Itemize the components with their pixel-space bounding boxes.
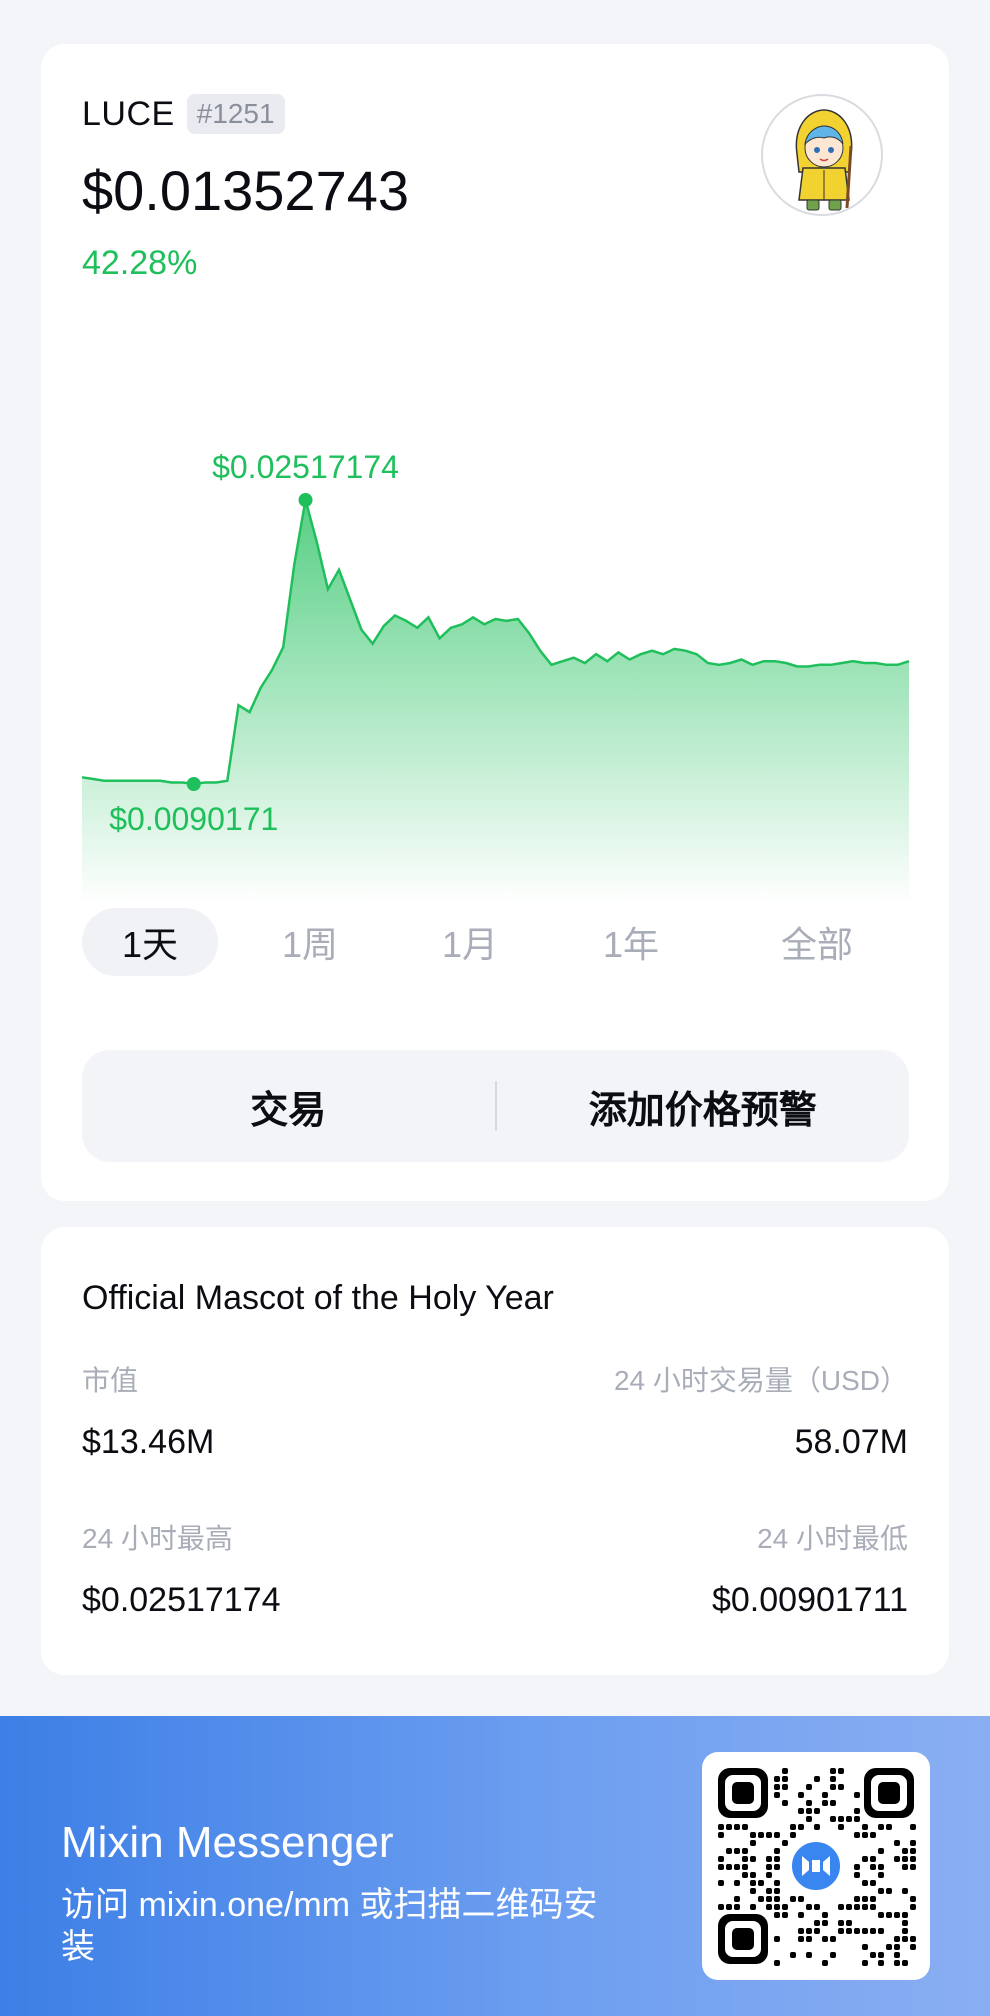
low-24h-value: $0.00901711 bbox=[711, 1581, 908, 1619]
market-cap-value: $13.46M bbox=[82, 1423, 215, 1461]
symbol-row: LUCE #1251 bbox=[82, 94, 285, 134]
chart-min-label: $0.0090171 bbox=[109, 801, 278, 837]
tab-1w[interactable]: 1周 bbox=[242, 908, 378, 976]
coin-price: $0.01352743 bbox=[82, 159, 410, 222]
add-price-alert-button[interactable]: 添加价格预警 bbox=[497, 1050, 910, 1162]
chart-min-point bbox=[186, 777, 201, 791]
rank-badge: #1251 bbox=[186, 94, 285, 134]
high-24h-value: $0.02517174 bbox=[82, 1581, 281, 1619]
info-card: Official Mascot of the Holy Year 市值 24 小… bbox=[41, 1227, 949, 1675]
low-24h-label: 24 小时最低 bbox=[757, 1523, 908, 1554]
tab-1m[interactable]: 1月 bbox=[402, 908, 538, 976]
high-24h-label: 24 小时最高 bbox=[82, 1523, 233, 1554]
range-tabs: 1天 1周 1月 1年 全部 bbox=[82, 908, 909, 976]
coin-symbol: LUCE bbox=[82, 94, 175, 133]
chart-area-fill bbox=[82, 500, 909, 904]
price-change: 42.28% bbox=[82, 244, 198, 282]
qr-code-icon[interactable] bbox=[702, 1752, 930, 1980]
market-cap-label: 市值 bbox=[82, 1365, 139, 1396]
price-card: LUCE #1251 $0.01352743 42.28% $0.0251717… bbox=[41, 44, 949, 1201]
price-chart[interactable]: $0.02517174 $0.0090171 bbox=[41, 384, 949, 904]
trade-button[interactable]: 交易 bbox=[82, 1050, 495, 1162]
coin-description: Official Mascot of the Holy Year bbox=[82, 1279, 554, 1317]
footer-title: Mixin Messenger bbox=[61, 1818, 394, 1867]
action-bar: 交易 添加价格预警 bbox=[82, 1050, 909, 1162]
download-banner[interactable]: Mixin Messenger 访问 mixin.one/mm 或扫描二维码安装 bbox=[0, 1716, 990, 2016]
tab-1y[interactable]: 1年 bbox=[563, 908, 699, 976]
tab-1d[interactable]: 1天 bbox=[82, 908, 218, 976]
chart-max-label: $0.02517174 bbox=[212, 449, 399, 485]
footer-subtitle: 访问 mixin.one/mm 或扫描二维码安装 bbox=[61, 1886, 598, 1966]
volume-value: 58.07M bbox=[794, 1423, 908, 1461]
tab-all[interactable]: 全部 bbox=[742, 908, 892, 976]
mascot-avatar-icon bbox=[761, 94, 883, 216]
volume-label: 24 小时交易量（USD） bbox=[613, 1365, 908, 1396]
chart-max-point bbox=[298, 493, 313, 507]
